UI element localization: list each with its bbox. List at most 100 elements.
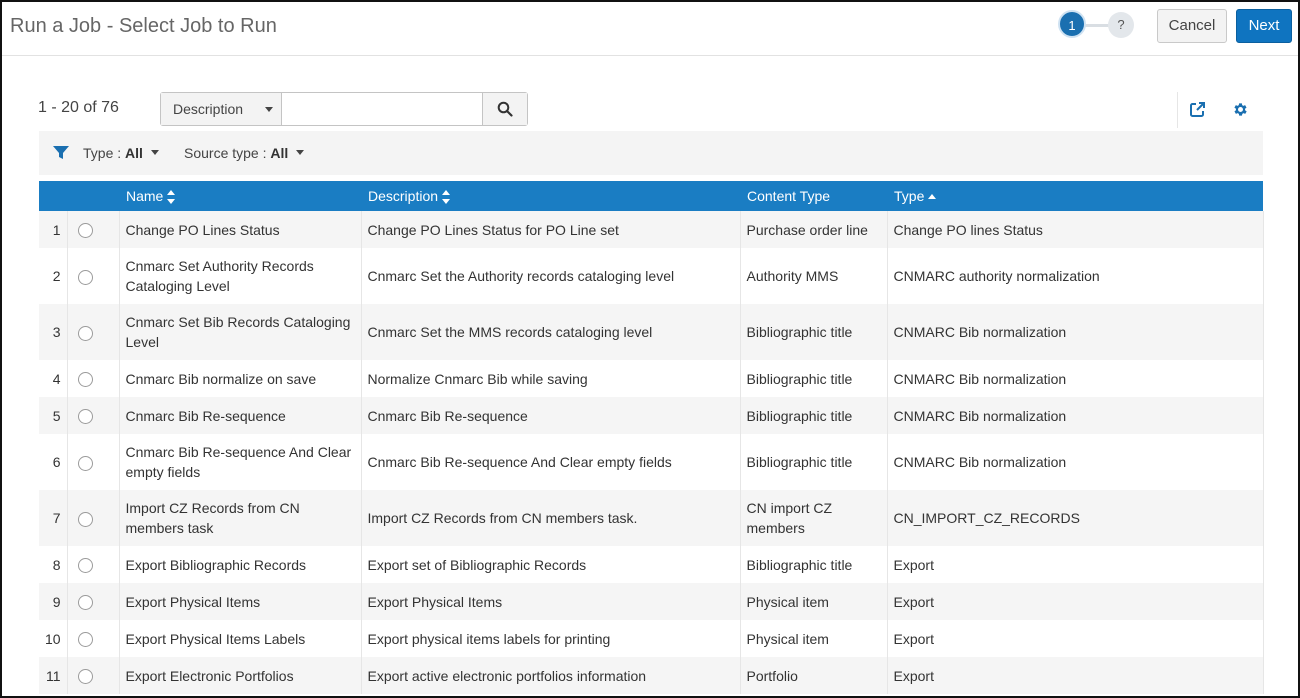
step-2-indicator[interactable]: ? (1108, 12, 1134, 38)
header-description[interactable]: Description (361, 181, 740, 211)
chevron-down-icon (150, 149, 159, 155)
table-row[interactable]: 5 Cnmarc Bib Re-sequence Cnmarc Bib Re-seq… (39, 397, 1264, 434)
table-row[interactable]: 2 Cnmarc Set Authority Records Cataloging… (39, 248, 1264, 304)
header-type-label: Type (894, 188, 925, 204)
row-select-radio (67, 620, 120, 657)
job-name-cell: Export Physical Items Labels (119, 620, 362, 657)
table-row[interactable]: 1 Change PO Lines Status Change PO Lines S… (39, 211, 1264, 248)
job-type-cell: CNMARC Bib normalization (887, 360, 1264, 397)
job-description-cell: Export set of Bibliographic Records (361, 546, 741, 583)
job-description-cell: Cnmarc Bib Re-sequence (361, 397, 741, 434)
source-type-filter-value: All (270, 145, 289, 161)
table-row[interactable]: 10 Export Physical Items Labels Export phy… (39, 620, 1264, 657)
row-select-radio (67, 248, 120, 304)
row-number: 1 (39, 211, 68, 248)
export-button[interactable] (1188, 100, 1206, 118)
table-row[interactable]: 8 Export Bibliographic Records Export set … (39, 546, 1264, 583)
sort-icon (167, 190, 176, 205)
radio-button[interactable] (77, 269, 93, 285)
job-type-cell: Change PO lines Status (887, 211, 1264, 248)
job-type-cell: Export (887, 620, 1264, 657)
table-row[interactable]: 3 Cnmarc Set Bib Records Cataloging Level… (39, 304, 1264, 360)
radio-button[interactable] (77, 409, 93, 425)
content-type-cell: CN import CZ members (740, 490, 888, 546)
table-row[interactable]: 11 Export Electronic Portfolios Export act… (39, 657, 1264, 694)
row-number: 9 (39, 583, 68, 620)
content-type-cell: Bibliographic title (740, 546, 888, 583)
table-header-row: Name Description Content Type Type (39, 181, 1263, 211)
toolbar-divider (1177, 92, 1178, 128)
filter-icon[interactable] (53, 146, 69, 160)
cancel-button[interactable]: Cancel (1157, 9, 1227, 43)
source-type-filter-label: Source type : (184, 145, 267, 161)
page-header: Run a Job - Select Job to Run 1 ? Cancel… (2, 2, 1298, 56)
source-type-filter[interactable]: Source type : All (184, 145, 305, 161)
job-type-cell: Export (887, 583, 1264, 620)
radio-button[interactable] (77, 372, 93, 388)
job-description-cell: Cnmarc Set the MMS records cataloging le… (361, 304, 741, 360)
content-type-cell: Bibliographic title (740, 397, 888, 434)
search-button[interactable] (482, 93, 527, 125)
table-row[interactable]: 4 Cnmarc Bib normalize on save Normalize C… (39, 360, 1264, 397)
header-num (39, 181, 67, 211)
row-select-radio (67, 490, 120, 546)
search-bar: Description (160, 92, 528, 126)
radio-button[interactable] (77, 595, 93, 611)
content-type-cell: Physical item (740, 583, 888, 620)
row-select-radio (67, 304, 120, 360)
settings-button[interactable] (1231, 100, 1249, 118)
step-1-indicator[interactable]: 1 (1058, 10, 1086, 38)
header-name[interactable]: Name (119, 181, 361, 211)
app-window: Run a Job - Select Job to Run 1 ? Cancel… (0, 0, 1300, 698)
sort-icon (442, 190, 451, 205)
type-filter[interactable]: Type : All (83, 145, 159, 161)
row-number: 11 (39, 657, 68, 694)
chevron-down-icon (265, 107, 273, 112)
row-select-radio (67, 546, 120, 583)
type-filter-label: Type : (83, 145, 122, 161)
row-number: 10 (39, 620, 68, 657)
job-description-cell: Change PO Lines Status for PO Line set (361, 211, 741, 248)
row-select-radio (67, 583, 120, 620)
job-type-cell: CNMARC authority normalization (887, 248, 1264, 304)
next-button[interactable]: Next (1236, 9, 1292, 43)
radio-button[interactable] (77, 632, 93, 648)
radio-button[interactable] (77, 455, 93, 471)
job-name-cell: Cnmarc Bib normalize on save (119, 360, 362, 397)
export-icon (1189, 101, 1205, 117)
radio-button[interactable] (77, 511, 93, 527)
radio-button[interactable] (77, 325, 93, 341)
job-description-cell: Import CZ Records from CN members task. (361, 490, 741, 546)
job-description-cell: Normalize Cnmarc Bib while saving (361, 360, 741, 397)
job-description-cell: Cnmarc Set the Authority records catalog… (361, 248, 741, 304)
job-type-cell: CN_IMPORT_CZ_RECORDS (887, 490, 1264, 546)
job-description-cell: Export physical items labels for printin… (361, 620, 741, 657)
content-type-cell: Authority MMS (740, 248, 888, 304)
chevron-down-icon (296, 149, 305, 155)
row-number: 8 (39, 546, 68, 583)
table-row[interactable]: 6 Cnmarc Bib Re-sequence And Clear empty … (39, 434, 1264, 490)
radio-button[interactable] (77, 558, 93, 574)
job-name-cell: Export Physical Items (119, 583, 362, 620)
radio-button[interactable] (77, 223, 93, 239)
search-field-label: Description (173, 101, 244, 117)
table-row[interactable]: 7 Import CZ Records from CN members task I… (39, 490, 1264, 546)
job-name-cell: Cnmarc Bib Re-sequence And Clear empty f… (119, 434, 362, 490)
table-row[interactable]: 9 Export Physical Items Export Physical It… (39, 583, 1264, 620)
job-name-cell: Cnmarc Set Bib Records Cataloging Level (119, 304, 362, 360)
header-content-type: Content Type (740, 181, 887, 211)
row-number: 4 (39, 360, 68, 397)
row-select-radio (67, 657, 120, 694)
wizard-stepper: 1 ? (1058, 10, 1136, 40)
job-description-cell: Cnmarc Bib Re-sequence And Clear empty f… (361, 434, 741, 490)
radio-button[interactable] (77, 669, 93, 685)
row-number: 5 (39, 397, 68, 434)
row-select-radio (67, 397, 120, 434)
gear-icon (1233, 102, 1247, 116)
search-input[interactable] (282, 93, 483, 125)
row-select-radio (67, 434, 120, 490)
job-name-cell: Cnmarc Set Authority Records Cataloging … (119, 248, 362, 304)
header-type[interactable]: Type (887, 181, 1263, 211)
search-field-select[interactable]: Description (161, 93, 282, 125)
header-name-label: Name (126, 187, 164, 204)
